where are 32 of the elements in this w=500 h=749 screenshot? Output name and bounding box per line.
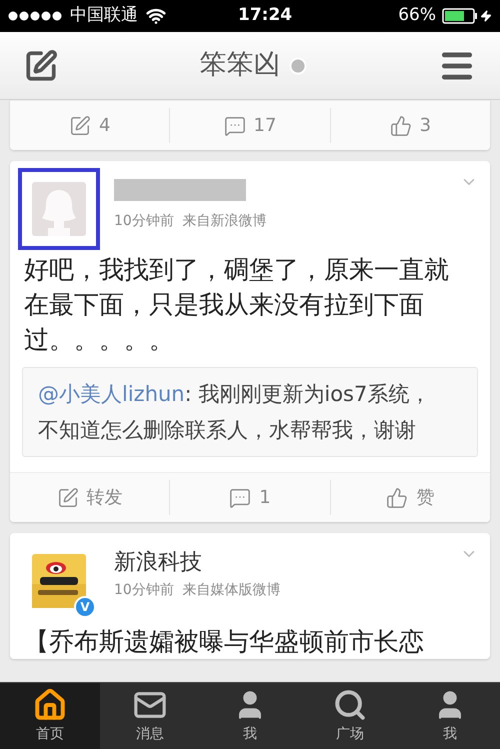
- thumbs-up-icon: [390, 114, 412, 136]
- repost-icon: [68, 114, 91, 136]
- charging-icon: [480, 9, 492, 23]
- search-icon: [333, 688, 367, 722]
- verified-badge: V: [74, 596, 96, 618]
- carrier-name: 中国联通: [70, 4, 138, 28]
- mention-link[interactable]: @小美人lizhun: [38, 382, 185, 406]
- post-text: 好吧，我找到了，碉堡了，原来一直就在最下面，只是我从来没有拉到下面过。。。。。: [23, 254, 450, 356]
- tab-item[interactable]: 广场: [300, 683, 400, 749]
- quoted-post[interactable]: @小美人lizhun: 我刚刚更新为ios7系统，不知道怎么删除联系人，水帮帮我，谢谢: [22, 367, 478, 457]
- tab-item[interactable]: 消息: [100, 683, 200, 749]
- clock-time: 17:24: [238, 4, 292, 28]
- signal-icon: [8, 11, 64, 21]
- nav-title[interactable]: 笨笨凶: [200, 45, 280, 86]
- quote-text: @小美人lizhun: 我刚刚更新为ios7系统，不知道怎么删除联系人，水帮帮我，谢谢: [38, 381, 432, 444]
- tab-item[interactable]: 我: [400, 683, 500, 749]
- comment-icon: [224, 114, 246, 136]
- author-name[interactable]: 新浪科技: [114, 548, 281, 578]
- wifi-icon: [146, 6, 166, 26]
- post-text: 【乔布斯遗孀被曝与华盛顿前市长恋: [23, 626, 425, 658]
- repost-icon: [56, 486, 79, 508]
- post-meta: 10分钟前 来自媒体版微博: [114, 581, 281, 600]
- tab-item[interactable]: 首页: [0, 683, 100, 749]
- home-icon: [33, 688, 67, 722]
- thumbs-up-icon: [386, 486, 408, 508]
- compose-button[interactable]: [24, 48, 58, 82]
- comment-icon: [229, 486, 252, 508]
- avatar-placeholder-icon: [32, 182, 86, 236]
- battery-icon: [442, 8, 478, 24]
- post-meta: 10分钟前 来自新浪微博: [114, 212, 267, 231]
- battery-percent: 66%: [398, 4, 436, 28]
- tab-item[interactable]: 我: [200, 683, 300, 749]
